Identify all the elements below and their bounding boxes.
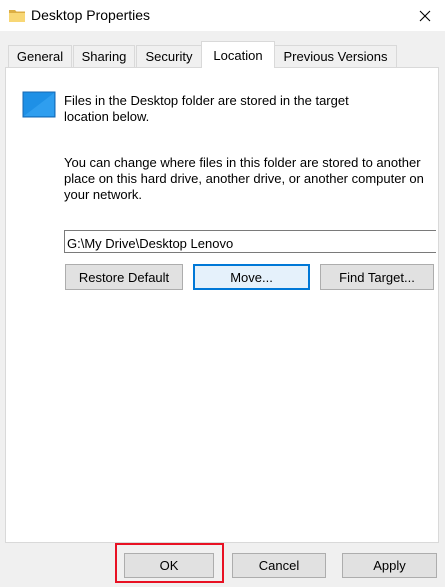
- change-text-line-1: You can change where files in this folde…: [64, 155, 421, 170]
- tab-label: Location: [213, 47, 263, 63]
- title-bar: Desktop Properties: [0, 0, 445, 31]
- change-text-line-3: your network.: [64, 187, 143, 202]
- close-icon: [419, 10, 430, 21]
- location-tab-panel: [5, 67, 439, 543]
- tab-previous-versions[interactable]: Previous Versions: [274, 45, 397, 67]
- cancel-button[interactable]: Cancel: [232, 553, 326, 578]
- ok-button[interactable]: OK: [124, 553, 214, 578]
- tab-general[interactable]: General: [8, 45, 72, 67]
- info-text-line-1: Files in the Desktop folder are stored i…: [64, 93, 349, 108]
- window-title: Desktop Properties: [31, 7, 151, 23]
- tab-label: Security: [145, 49, 193, 64]
- tab-security[interactable]: Security: [136, 45, 202, 67]
- tab-label: Sharing: [81, 49, 127, 64]
- change-text-line-2: place on this hard drive, another drive,…: [64, 171, 424, 186]
- target-path-input[interactable]: [64, 230, 436, 253]
- folder-icon: [9, 8, 25, 22]
- info-text-line-2: location below.: [64, 109, 150, 124]
- tab-label: Previous Versions: [283, 49, 388, 64]
- tab-location[interactable]: Location: [201, 41, 275, 68]
- restore-default-button[interactable]: Restore Default: [65, 264, 183, 290]
- move-button[interactable]: Move...: [193, 264, 310, 290]
- find-target-button[interactable]: Find Target...: [320, 264, 434, 290]
- apply-button[interactable]: Apply: [342, 553, 437, 578]
- tab-label: General: [16, 49, 64, 64]
- desktop-folder-icon: [22, 91, 56, 118]
- tab-sharing[interactable]: Sharing: [73, 45, 135, 67]
- close-button[interactable]: [404, 0, 445, 31]
